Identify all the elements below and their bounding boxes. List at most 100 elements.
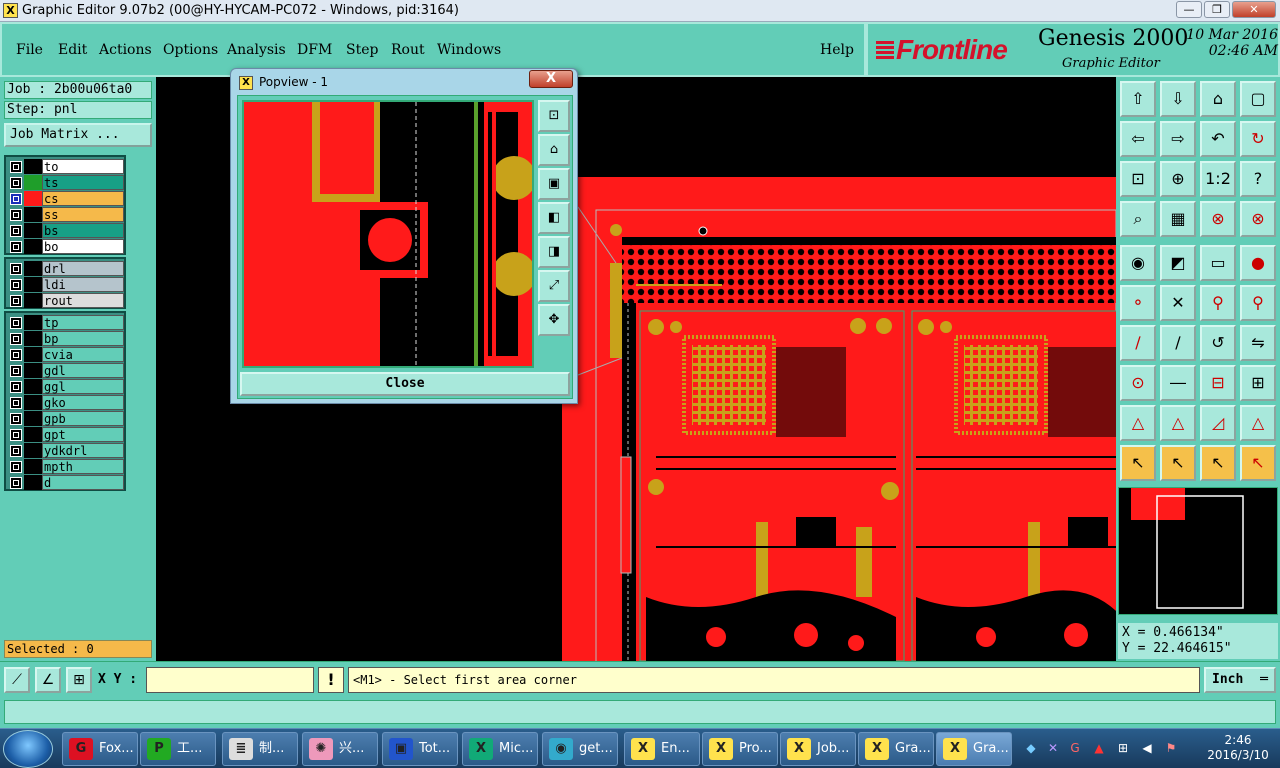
layer-row[interactable]: mpth — [8, 459, 124, 475]
layer-row[interactable]: drl — [8, 261, 124, 277]
view-home-button[interactable]: ⇧ — [1120, 81, 1156, 117]
popview-zoom-out-button[interactable]: ⤢ — [538, 270, 570, 302]
measure-button[interactable]: ⌕ — [1120, 201, 1156, 237]
line-red-button[interactable]: ∕ — [1120, 325, 1156, 361]
pointer-button[interactable]: ↖ — [1120, 445, 1156, 481]
connect2-button[interactable]: ⚲ — [1240, 285, 1276, 321]
layer-name[interactable]: rout — [42, 293, 124, 308]
flag-icon[interactable]: ⚑ — [1164, 741, 1178, 755]
taskbar-button[interactable]: ◉ get... — [542, 732, 618, 766]
layer-checkbox[interactable] — [10, 225, 22, 237]
tray-icon-2[interactable]: ✕ — [1046, 741, 1060, 755]
layer-color-swatch[interactable] — [24, 191, 42, 206]
cross-button[interactable]: ✕ — [1160, 285, 1196, 321]
tray-icon-1[interactable]: ◆ — [1024, 741, 1038, 755]
system-clock[interactable]: 2:46 2016/3/10 — [1196, 733, 1280, 763]
taskbar-button[interactable]: ▣ Tot... — [382, 732, 458, 766]
popview-pan-left-button[interactable]: ◧ — [538, 202, 570, 234]
layer-checkbox[interactable] — [10, 263, 22, 275]
pad-button[interactable]: ● — [1240, 245, 1276, 281]
layer-color-swatch[interactable] — [24, 207, 42, 222]
layer-name[interactable]: ggl — [42, 379, 124, 394]
layer-color-swatch[interactable] — [24, 223, 42, 238]
menu-file[interactable]: File — [16, 42, 43, 58]
layer-checkbox[interactable] — [10, 349, 22, 361]
grid-button[interactable]: ▦ — [1160, 201, 1196, 237]
layer-checkbox[interactable] — [10, 445, 22, 457]
layer-name[interactable]: bp — [42, 331, 124, 346]
layer-name[interactable]: cs — [42, 191, 124, 206]
layer-row[interactable]: ydkdrl — [8, 443, 124, 459]
layer-name[interactable]: ts — [42, 175, 124, 190]
popview-close-x-button[interactable]: X — [529, 70, 573, 88]
layer-row[interactable]: cs — [8, 191, 124, 207]
layer-checkbox[interactable] — [10, 365, 22, 377]
layer-row[interactable]: to — [8, 159, 124, 175]
layer-checkbox[interactable] — [10, 241, 22, 253]
minimize-button[interactable]: — — [1176, 1, 1202, 18]
layer-checkbox[interactable] — [10, 381, 22, 393]
layer-name[interactable]: bs — [42, 223, 124, 238]
net-button[interactable]: ⚬ — [1120, 285, 1156, 321]
layer-checkbox[interactable] — [10, 177, 22, 189]
pointer-net-button[interactable]: ↖ — [1240, 445, 1276, 481]
layer-color-swatch[interactable] — [24, 239, 42, 254]
layer-color-swatch[interactable] — [24, 315, 42, 330]
layer-color-swatch[interactable] — [24, 293, 42, 308]
taskbar-button[interactable]: X Job... — [780, 732, 856, 766]
layer-row[interactable]: ggl — [8, 379, 124, 395]
menu-analysis[interactable]: Analysis — [227, 42, 286, 58]
layer-row[interactable]: gpt — [8, 427, 124, 443]
unit-selector[interactable]: Inch ═ — [1204, 667, 1276, 693]
volume-icon[interactable]: ◀ — [1140, 741, 1154, 755]
taskbar-button[interactable]: P 工... — [140, 732, 216, 766]
grid-snap-button[interactable]: ⊞ — [66, 667, 92, 693]
layer-checkbox[interactable] — [10, 317, 22, 329]
overview-map[interactable] — [1118, 487, 1278, 615]
popview-canvas[interactable] — [242, 100, 534, 368]
layer-checkbox[interactable] — [10, 397, 22, 409]
triangle-button[interactable]: △ — [1120, 405, 1156, 441]
taskbar-button[interactable]: G Fox... — [62, 732, 138, 766]
angle-mode-button[interactable]: ∠ — [35, 667, 61, 693]
layer-color-swatch[interactable] — [24, 261, 42, 276]
draw-line-button[interactable]: ◩ — [1160, 245, 1196, 281]
taskbar-button[interactable]: X Mic... — [462, 732, 538, 766]
layer-checkbox[interactable] — [10, 413, 22, 425]
popview-home-button[interactable]: ⌂ — [538, 134, 570, 166]
menu-step[interactable]: Step — [346, 42, 378, 58]
menu-dfm[interactable]: DFM — [297, 42, 332, 58]
layer-name[interactable]: bo — [42, 239, 124, 254]
layer-name[interactable]: mpth — [42, 459, 124, 474]
layer-checkbox[interactable] — [10, 295, 22, 307]
layer-color-swatch[interactable] — [24, 277, 42, 292]
alert-button[interactable]: ! — [318, 667, 344, 693]
layer-row[interactable]: bs — [8, 223, 124, 239]
layer-color-swatch[interactable] — [24, 443, 42, 458]
layer-checkbox[interactable] — [10, 429, 22, 441]
layer-row[interactable]: ts — [8, 175, 124, 191]
layer-checkbox[interactable] — [10, 193, 22, 205]
layer-name[interactable]: d — [42, 475, 124, 490]
layer-color-swatch[interactable] — [24, 459, 42, 474]
layer-name[interactable]: ss — [42, 207, 124, 222]
layer-name[interactable]: cvia — [42, 347, 124, 362]
layer-row[interactable]: gko — [8, 395, 124, 411]
taskbar-button[interactable]: X Gra... — [936, 732, 1012, 766]
taskbar-button[interactable]: X Pro... — [702, 732, 778, 766]
line-button[interactable]: ― — [1160, 365, 1196, 401]
taskbar-button[interactable]: X Gra... — [858, 732, 934, 766]
layer-row[interactable]: cvia — [8, 347, 124, 363]
layer-name[interactable]: gpt — [42, 427, 124, 442]
layer-name[interactable]: gpb — [42, 411, 124, 426]
layer-color-swatch[interactable] — [24, 379, 42, 394]
mirror-button[interactable]: ⊟ — [1200, 365, 1236, 401]
layer-checkbox[interactable] — [10, 477, 22, 489]
layer-color-swatch[interactable] — [24, 411, 42, 426]
layer-checkbox[interactable] — [10, 333, 22, 345]
zoom-center-button[interactable]: ⊕ — [1160, 161, 1196, 197]
layer-row[interactable]: bp — [8, 331, 124, 347]
layer-color-swatch[interactable] — [24, 175, 42, 190]
tray-icon-3[interactable]: G — [1068, 741, 1082, 755]
layer-color-swatch[interactable] — [24, 475, 42, 490]
